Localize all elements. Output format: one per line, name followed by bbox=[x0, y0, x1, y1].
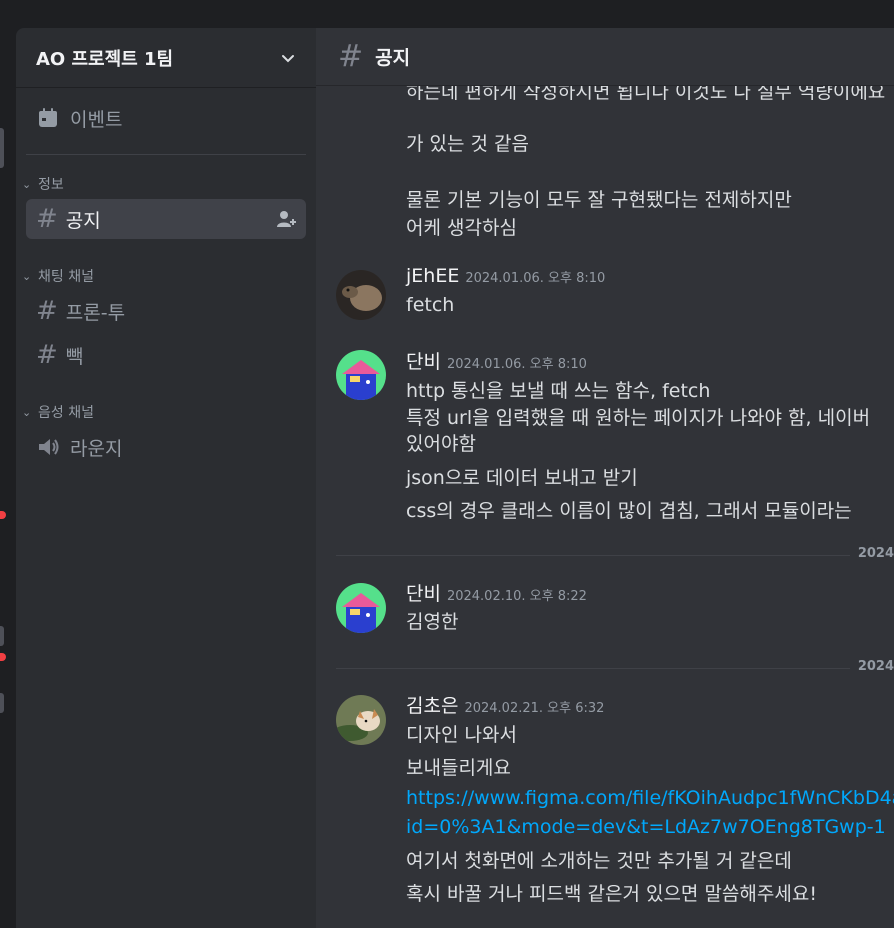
category-voice[interactable]: ⌄ 음성 채널 bbox=[22, 401, 316, 423]
avatar[interactable] bbox=[336, 270, 386, 320]
message-line: 디자인 나와서 bbox=[406, 724, 517, 746]
message-line: 여기서 첫화면에 소개하는 것만 추가될 거 같은데 bbox=[406, 850, 792, 872]
channel-header: # 공지 bbox=[316, 28, 894, 86]
category-label: 음성 채널 bbox=[38, 405, 94, 421]
chevron-down-icon: ⌄ bbox=[22, 405, 32, 419]
message-line: 특정 url을 입력했을 때 원하는 페이지가 나와야 함, 네이버 bbox=[406, 407, 871, 429]
avatar[interactable] bbox=[336, 695, 386, 745]
avatar[interactable] bbox=[336, 350, 386, 400]
username[interactable]: jEhEE bbox=[406, 265, 459, 287]
channel-sidebar: AO 프로젝트 1팀 이벤트 ⌄ 정보 # 공지 ⌄ 채팅 채널 # 프론-투 … bbox=[16, 28, 316, 928]
username[interactable]: 단비 bbox=[406, 351, 441, 373]
hash-icon: # bbox=[36, 296, 58, 326]
rail-indicator bbox=[0, 128, 4, 168]
message-line: css의 경우 클래스 이름이 많이 겹침, 그래서 모듈이라는 bbox=[406, 500, 852, 522]
timestamp: 2024.02.21. 오후 6:32 bbox=[464, 701, 605, 716]
calendar-icon bbox=[39, 108, 57, 127]
message-author[interactable]: 단비 2024.02.10. 오후 8:22 bbox=[406, 579, 587, 606]
server-rail bbox=[0, 28, 16, 928]
message-author[interactable]: 단비 2024.01.06. 오후 8:10 bbox=[406, 347, 587, 374]
channel-back[interactable]: # 빽 bbox=[26, 335, 306, 375]
category-info[interactable]: ⌄ 정보 bbox=[22, 173, 316, 195]
events-item[interactable]: 이벤트 bbox=[26, 94, 306, 142]
channel-notice[interactable]: # 공지 bbox=[26, 199, 306, 239]
figma-link[interactable]: https://www.figma.com/file/fKOihAudpc1fW… bbox=[406, 787, 894, 809]
channel-front[interactable]: # 프론-투 bbox=[26, 291, 306, 331]
date-separator: 2024 bbox=[336, 546, 894, 561]
hash-icon: # bbox=[36, 340, 58, 370]
chevron-down-icon bbox=[282, 54, 294, 62]
username[interactable]: 김초은 bbox=[406, 695, 458, 717]
rail-indicator bbox=[0, 693, 4, 713]
channel-label: 프론-투 bbox=[65, 301, 126, 324]
category-chat[interactable]: ⌄ 채팅 채널 bbox=[22, 265, 316, 287]
date-separator: 2024 bbox=[336, 659, 894, 674]
message-line: 김영한 bbox=[406, 611, 459, 633]
timestamp: 2024.02.10. 오후 8:22 bbox=[446, 589, 587, 604]
chevron-down-icon: ⌄ bbox=[22, 269, 32, 283]
username[interactable]: 단비 bbox=[406, 583, 441, 605]
add-member-icon[interactable] bbox=[276, 209, 296, 229]
timestamp: 2024.01.06. 오후 8:10 bbox=[465, 271, 606, 286]
category-label: 정보 bbox=[38, 177, 64, 193]
message-line: 있어야함 bbox=[406, 433, 476, 455]
message-list[interactable]: 하는데 편하게 작성하시면 됩니다 이것도 다 실무 역량이에요 가 있는 것 … bbox=[316, 81, 894, 928]
server-name: AO 프로젝트 1팀 bbox=[36, 48, 174, 70]
date-separator-label: 2024 bbox=[849, 659, 894, 674]
channel-label: 빽 bbox=[65, 345, 84, 368]
chat-main: # 공지 하는데 편하게 작성하시면 됩니다 이것도 다 실무 역량이에요 가 … bbox=[316, 28, 894, 928]
rail-unread-badge bbox=[0, 511, 6, 519]
chevron-down-icon: ⌄ bbox=[22, 177, 32, 191]
avatar[interactable] bbox=[336, 583, 386, 633]
message-line: 보내들리게요 bbox=[406, 757, 511, 779]
server-header[interactable]: AO 프로젝트 1팀 bbox=[16, 28, 316, 88]
channel-label: 공지 bbox=[65, 209, 101, 232]
message-line: 가 있는 것 같음 bbox=[406, 133, 529, 155]
channel-title: 공지 bbox=[375, 47, 411, 69]
message-line: 어케 생각하심 bbox=[406, 217, 517, 239]
hash-icon: # bbox=[338, 39, 364, 74]
window-top-strip bbox=[0, 0, 894, 28]
message-line: json으로 데이터 보내고 받기 bbox=[406, 467, 638, 489]
sidebar-divider bbox=[26, 154, 306, 155]
category-label: 채팅 채널 bbox=[38, 269, 94, 285]
message-author[interactable]: jEhEE 2024.01.06. 오후 8:10 bbox=[406, 265, 605, 287]
hash-icon: # bbox=[36, 204, 58, 234]
date-separator-label: 2024 bbox=[849, 546, 894, 561]
events-label: 이벤트 bbox=[70, 108, 123, 131]
message-author[interactable]: 김초은 2024.02.21. 오후 6:32 bbox=[406, 691, 604, 718]
rail-indicator bbox=[0, 626, 4, 646]
timestamp: 2024.01.06. 오후 8:10 bbox=[446, 357, 587, 372]
message-line: fetch bbox=[406, 294, 455, 316]
figma-link[interactable]: id=0%3A1&mode=dev&t=LdAz7w7OEng8TGwp-1 bbox=[406, 816, 886, 838]
channel-label: 라운지 bbox=[70, 437, 123, 460]
message-line: http 통신을 보낼 때 쓰는 함수, fetch bbox=[406, 380, 711, 402]
message-line: 혹시 바꿀 거나 피드백 같은거 있으면 말씀해주세요! bbox=[406, 883, 817, 905]
voice-channel-lounge[interactable]: 라운지 bbox=[26, 427, 306, 467]
rail-unread-badge bbox=[0, 653, 6, 661]
speaker-icon bbox=[39, 439, 59, 455]
message-line: 물론 기본 기능이 모두 잘 구현됐다는 전제하지만 bbox=[406, 189, 792, 211]
